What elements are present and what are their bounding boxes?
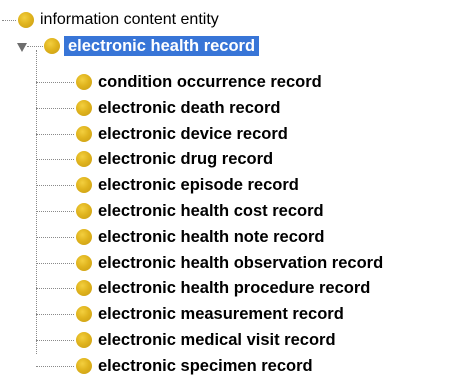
tree-node-root[interactable]: information content entity — [18, 10, 219, 30]
tree-connector — [36, 263, 74, 264]
tree-connector — [36, 108, 74, 109]
tree-node-label-selected: electronic health record — [64, 36, 260, 56]
tree-connector — [36, 159, 74, 160]
tree-node-label: electronic health procedure record — [98, 278, 371, 297]
tree-node-label: electronic drug record — [98, 149, 274, 168]
class-bullet-icon — [44, 38, 60, 54]
class-bullet-icon — [76, 255, 92, 271]
tree-connector — [36, 82, 74, 83]
class-bullet-icon — [76, 332, 92, 348]
tree-node-child[interactable]: electronic health procedure record — [76, 278, 370, 298]
class-bullet-icon — [76, 74, 92, 90]
class-bullet-icon — [76, 229, 92, 245]
tree-connector — [27, 46, 43, 47]
tree-connector — [36, 366, 74, 367]
tree-node-electronic-health-record[interactable]: electronic health record — [44, 36, 260, 56]
tree-node-label: electronic death record — [98, 98, 281, 117]
class-bullet-icon — [76, 203, 92, 219]
tree-connector — [2, 20, 16, 21]
tree-node-child[interactable]: electronic health note record — [76, 227, 324, 247]
tree-node-label: information content entity — [40, 11, 219, 28]
tree-node-child[interactable]: condition occurrence record — [76, 72, 322, 92]
expand-toggle-icon[interactable] — [17, 43, 27, 52]
tree-connector — [36, 314, 74, 315]
tree-node-label: electronic medical visit record — [98, 330, 336, 349]
class-bullet-icon — [76, 358, 92, 374]
tree-connector — [36, 185, 74, 186]
class-hierarchy-tree: information content entity electronic he… — [0, 0, 449, 375]
class-bullet-icon — [76, 151, 92, 167]
class-bullet-icon — [76, 306, 92, 322]
tree-connector — [36, 50, 37, 354]
tree-node-child[interactable]: electronic drug record — [76, 149, 273, 169]
class-bullet-icon — [18, 12, 34, 28]
tree-connector — [36, 134, 74, 135]
tree-connector — [36, 211, 74, 212]
tree-connector — [36, 237, 74, 238]
tree-node-child[interactable]: electronic health observation record — [76, 253, 383, 273]
tree-node-label: electronic device record — [98, 124, 288, 143]
tree-node-label: electronic measurement record — [98, 304, 344, 323]
tree-node-child[interactable]: electronic medical visit record — [76, 330, 336, 350]
tree-connector — [36, 288, 74, 289]
tree-node-child[interactable]: electronic measurement record — [76, 304, 344, 324]
tree-connector — [36, 340, 74, 341]
tree-node-child[interactable]: electronic device record — [76, 124, 288, 144]
class-bullet-icon — [76, 126, 92, 142]
tree-node-label: condition occurrence record — [98, 72, 322, 91]
tree-node-label: electronic health note record — [98, 227, 325, 246]
class-bullet-icon — [76, 280, 92, 296]
tree-node-child[interactable]: electronic death record — [76, 98, 280, 118]
tree-node-label: electronic episode record — [98, 175, 299, 194]
tree-node-child[interactable]: electronic health cost record — [76, 201, 324, 221]
class-bullet-icon — [76, 100, 92, 116]
tree-node-label: electronic specimen record — [98, 356, 313, 375]
tree-node-label: electronic health observation record — [98, 253, 384, 272]
tree-node-label: electronic health cost record — [98, 201, 324, 220]
tree-node-child[interactable]: electronic episode record — [76, 175, 299, 195]
tree-node-child[interactable]: electronic specimen record — [76, 356, 313, 376]
class-bullet-icon — [76, 177, 92, 193]
